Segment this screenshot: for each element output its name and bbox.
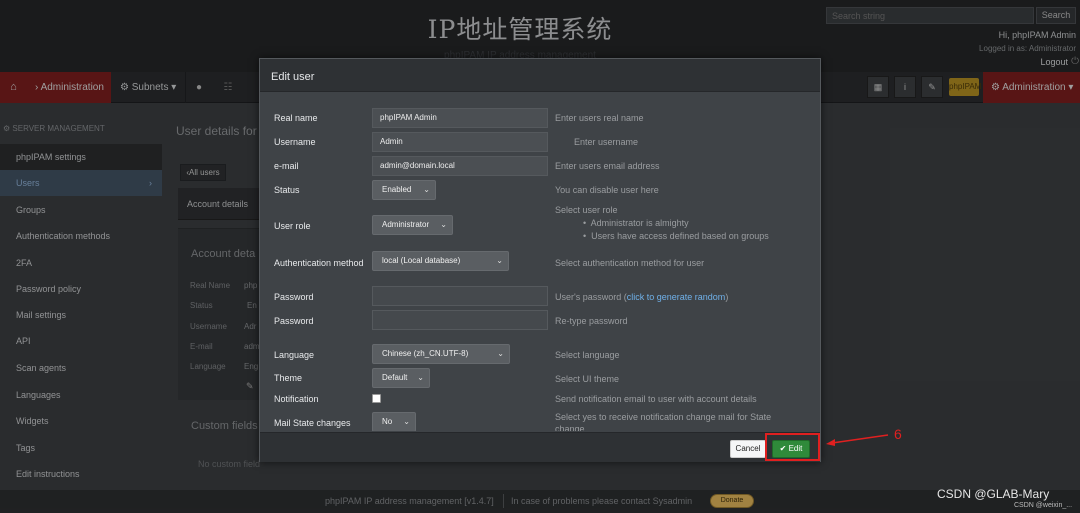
language-label: Language: [274, 350, 315, 360]
language-value: Chinese (zh_CN.UTF-8): [382, 349, 469, 358]
theme-label: Theme: [274, 373, 303, 383]
theme-select[interactable]: Default ⌄: [372, 368, 430, 388]
status-label: Status: [274, 185, 300, 195]
username-field[interactable]: Admin: [372, 132, 548, 152]
mail-state-hint: Select yes to receive notification chang…: [555, 412, 772, 431]
status-hint: You can disable user here: [555, 185, 659, 195]
username-label: Username: [274, 137, 316, 147]
password-retype-hint: Re-type password: [555, 316, 628, 326]
email-hint: Enter users email address: [555, 161, 660, 171]
username-hint: Enter username: [574, 137, 639, 147]
chevron-down-icon: ⌄: [497, 349, 504, 358]
real-name-field[interactable]: phpIPAM Admin: [372, 108, 548, 128]
modal-footer: Cancel ✔ Edit: [260, 432, 820, 462]
user-role-hint: Select user role: [555, 205, 618, 215]
modal-header: Edit user: [260, 59, 820, 92]
annotation-arrow-icon: [826, 434, 889, 446]
status-value: Enabled: [382, 185, 412, 194]
status-select[interactable]: Enabled ⌄: [372, 180, 436, 200]
language-select[interactable]: Chinese (zh_CN.UTF-8) ⌄: [372, 344, 510, 364]
edit-highlight-box: [765, 433, 820, 461]
role-bullet-users: • Users have access defined based on gro…: [583, 231, 769, 241]
cancel-button[interactable]: Cancel: [730, 440, 766, 458]
chevron-down-icon: ⌄: [423, 185, 430, 194]
auth-method-value: local (Local database): [382, 256, 461, 265]
role-bullet-admin: • Administrator is almighty: [583, 218, 689, 228]
auth-method-hint: Select authentication method for user: [555, 258, 705, 268]
auth-method-label: Authentication method: [274, 258, 364, 268]
watermark-small: CSDN @weixin_...: [1014, 502, 1073, 509]
real-name-label: Real name: [274, 113, 318, 123]
role-bullet-users-text: Users have access defined based on group…: [591, 231, 769, 241]
notification-label: Notification: [274, 394, 319, 404]
password-label: Password: [274, 292, 314, 302]
watermark-main: CSDN @GLAB-Mary: [937, 487, 1050, 501]
password-retype-field[interactable]: [372, 310, 548, 330]
role-bullet-admin-text: Administrator is almighty: [590, 218, 689, 228]
password-hint-prefix: User's password (: [555, 292, 627, 302]
annotation-step-number: 6: [894, 426, 902, 442]
notification-checkbox[interactable]: [372, 394, 381, 403]
chevron-down-icon: ⌄: [417, 373, 424, 382]
modal-body: Real name phpIPAM Admin Enter users real…: [260, 93, 820, 431]
language-hint: Select language: [555, 350, 620, 360]
theme-value: Default: [382, 373, 408, 382]
email-field[interactable]: admin@domain.local: [372, 156, 548, 176]
notification-hint: Send notification email to user with acc…: [555, 394, 757, 404]
modal-title: Edit user: [271, 71, 315, 83]
auth-method-select[interactable]: local (Local database) ⌄: [372, 251, 509, 271]
password-hint: User's password (click to generate rando…: [555, 292, 728, 302]
mail-state-value: No: [382, 417, 393, 426]
mail-state-select[interactable]: No ⌄: [372, 412, 416, 431]
generate-password-link[interactable]: click to generate random: [627, 292, 726, 302]
email-label: e-mail: [274, 161, 299, 171]
password-hint-suffix: ): [725, 292, 729, 302]
real-name-hint: Enter users real name: [555, 113, 644, 123]
chevron-down-icon: ⌄: [496, 256, 503, 265]
mail-state-label: Mail State changes: [274, 418, 351, 428]
user-role-select[interactable]: Administrator ⌄: [372, 215, 453, 235]
chevron-down-icon: ⌄: [440, 220, 447, 229]
edit-user-modal: Edit user Real name phpIPAM Admin Enter …: [259, 58, 821, 462]
password-field[interactable]: [372, 286, 548, 306]
password-retype-label: Password: [274, 316, 314, 326]
user-role-label: User role: [274, 221, 311, 231]
chevron-down-icon: ⌄: [403, 417, 410, 426]
user-role-value: Administrator: [382, 220, 430, 229]
theme-hint: Select UI theme: [555, 374, 620, 384]
